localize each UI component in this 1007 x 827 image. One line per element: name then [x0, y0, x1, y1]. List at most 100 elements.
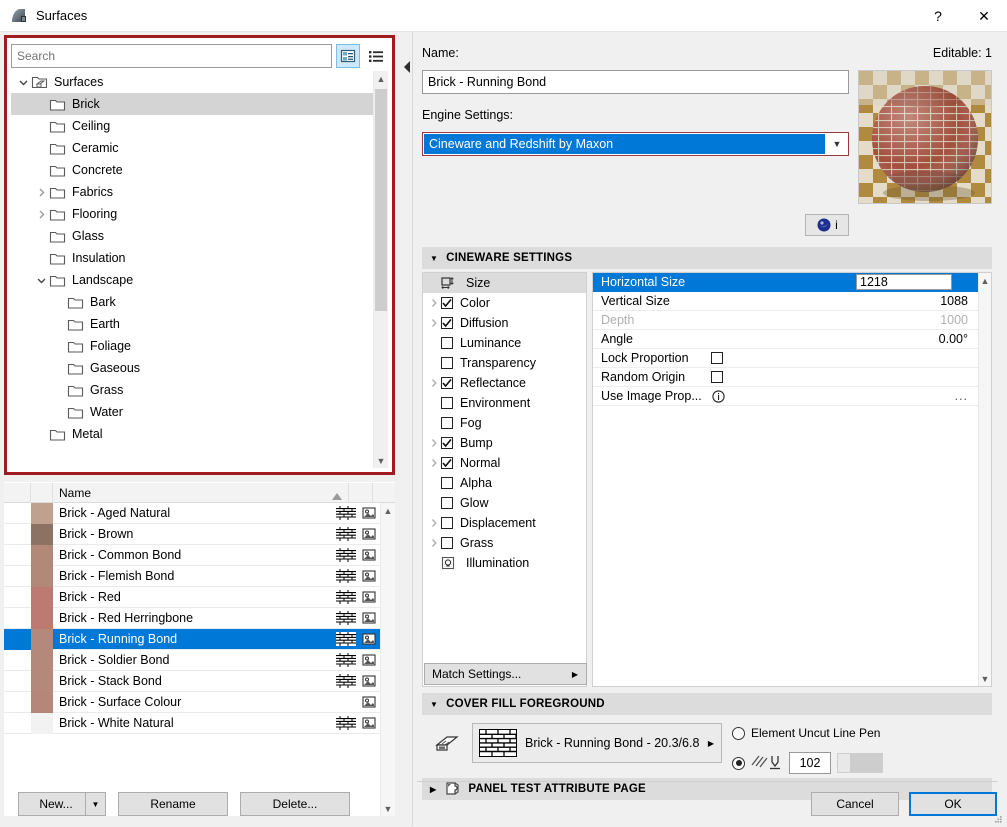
material-row[interactable]: Brick - Running Bond [4, 628, 380, 650]
material-row[interactable]: Brick - Brown [4, 523, 380, 545]
chevron-down-icon[interactable] [15, 74, 31, 90]
chevron-down-icon[interactable]: ▼ [826, 139, 848, 149]
radio-selected-icon[interactable] [732, 756, 745, 770]
chevron-down-icon[interactable]: ▼ [85, 792, 105, 816]
material-row[interactable]: Brick - Aged Natural [4, 503, 380, 524]
material-row[interactable]: Brick - Common Bond [4, 544, 380, 566]
tree-item-concrete[interactable]: Concrete [11, 159, 373, 181]
engine-settings-combo[interactable]: Cineware and Redshift by Maxon ▼ [422, 132, 849, 156]
surface-name-input[interactable] [422, 70, 849, 94]
tree-item-glass[interactable]: Glass [11, 225, 373, 247]
material-row[interactable]: Brick - Flemish Bond [4, 565, 380, 587]
channel-item-glow[interactable]: Glow [423, 493, 586, 513]
rename-button[interactable]: Rename [118, 792, 228, 816]
tree-item-gaseous[interactable]: Gaseous [11, 357, 373, 379]
chevron-right-icon[interactable] [427, 458, 441, 468]
material-row[interactable]: Brick - Soldier Bond [4, 649, 380, 671]
property-row[interactable]: Vertical Size 1088 [593, 292, 978, 311]
material-row[interactable]: Brick - Stack Bond [4, 670, 380, 692]
splitter-collapse-icon[interactable] [403, 60, 411, 74]
property-row[interactable]: Depth 1000 [593, 311, 978, 330]
tree-item-metal[interactable]: Metal [11, 423, 373, 445]
channel-item-fog[interactable]: Fog [423, 413, 586, 433]
chevron-right-icon[interactable] [427, 538, 441, 548]
tree-item-earth[interactable]: Earth [11, 313, 373, 335]
prop-scroll-up-icon[interactable]: ▲ [979, 273, 991, 288]
close-button[interactable]: ✕ [961, 0, 1007, 32]
checkbox-checked-icon[interactable] [441, 457, 453, 469]
checkbox-unchecked-icon[interactable] [441, 537, 453, 549]
tree-item-brick[interactable]: Brick [11, 93, 373, 115]
resize-grip[interactable] [993, 813, 1003, 823]
material-row[interactable]: Brick - White Natural [4, 712, 380, 734]
pen-color-swatch[interactable] [837, 753, 883, 773]
chevron-right-icon[interactable] [427, 438, 441, 448]
header-name-col[interactable]: Name [53, 482, 349, 503]
property-row[interactable]: Random Origin [593, 368, 978, 387]
checkbox-unchecked-icon[interactable] [441, 357, 453, 369]
info-icon[interactable] [711, 389, 725, 403]
chevron-down-icon[interactable] [33, 272, 49, 288]
checkbox-unchecked-icon[interactable] [441, 497, 453, 509]
property-row[interactable]: Use Image Prop...... [593, 387, 978, 406]
chevron-right-icon[interactable] [427, 378, 441, 388]
channel-item-luminance[interactable]: Luminance [423, 333, 586, 353]
channel-list[interactable]: Size Color Diffusion Luminance Transparency R… [423, 273, 586, 658]
channel-list-panel[interactable]: Size Color Diffusion Luminance Transparency R… [422, 272, 587, 687]
tree-view-icon[interactable] [336, 44, 360, 68]
checkbox-checked-icon[interactable] [441, 377, 453, 389]
channel-item-normal[interactable]: Normal [423, 453, 586, 473]
channel-item-grass[interactable]: Grass [423, 533, 586, 553]
checkbox-unchecked-icon[interactable] [711, 352, 723, 364]
triangle-down-icon[interactable]: ▼ [430, 700, 438, 709]
search-input[interactable] [11, 44, 332, 68]
surface-tree[interactable]: Surfaces Brick Ceiling Ceramic Concrete Fabri… [11, 71, 388, 468]
tree-item-landscape[interactable]: Landscape [11, 269, 373, 291]
list-view-icon[interactable] [364, 44, 388, 68]
triangle-down-icon[interactable]: ▼ [430, 254, 438, 263]
cineware-settings-header[interactable]: ▼ CINEWARE SETTINGS [422, 247, 992, 269]
triangle-right-icon[interactable]: ▶ [430, 785, 436, 794]
channel-item-bump[interactable]: Bump [423, 433, 586, 453]
pen-number-input[interactable]: 102 [789, 752, 831, 774]
chevron-right-icon[interactable] [427, 318, 441, 328]
tree-item-insulation[interactable]: Insulation [11, 247, 373, 269]
checkbox-unchecked-icon[interactable] [711, 371, 723, 383]
prop-scroll-down-icon[interactable]: ▼ [979, 671, 991, 686]
chevron-right-icon[interactable] [427, 298, 441, 308]
channel-item-displacement[interactable]: Displacement [423, 513, 586, 533]
tree-scrollbar[interactable]: ▲ ▼ [373, 71, 388, 468]
tree-item-surfaces[interactable]: Surfaces [11, 71, 373, 93]
element-uncut-pen-option[interactable]: Element Uncut Line Pen [732, 726, 880, 740]
tree-item-foliage[interactable]: Foliage [11, 335, 373, 357]
triangle-right-icon[interactable]: ▶ [572, 670, 578, 679]
property-panel[interactable]: Horizontal Size 1218 Vertical Size 1088 Dept… [592, 272, 992, 687]
scroll-up-icon[interactable]: ▲ [374, 71, 388, 86]
property-row[interactable]: Angle 0.00° [593, 330, 978, 349]
channel-item-size[interactable]: Size [423, 273, 586, 293]
checkbox-checked-icon[interactable] [441, 297, 453, 309]
scroll-down-icon[interactable]: ▼ [374, 453, 388, 468]
mat-scroll-down-icon[interactable]: ▼ [381, 801, 395, 816]
cover-fill-combo[interactable]: Brick - Running Bond - 20.3/6.8 ▶ [472, 723, 722, 763]
material-list[interactable]: Name Brick - Aged Natural Brick - Brown Br… [4, 482, 395, 816]
triangle-right-icon[interactable]: ▶ [701, 739, 721, 748]
checkbox-unchecked-icon[interactable] [441, 397, 453, 409]
property-list[interactable]: Horizontal Size 1218 Vertical Size 1088 Dept… [593, 273, 978, 686]
material-row[interactable]: Brick - Red [4, 586, 380, 608]
property-row[interactable]: Lock Proportion [593, 349, 978, 368]
cover-fill-header[interactable]: ▼ COVER FILL FOREGROUND [422, 693, 992, 715]
checkbox-unchecked-icon[interactable] [441, 337, 453, 349]
ok-button[interactable]: OK [909, 792, 997, 816]
tree-item-bark[interactable]: Bark [11, 291, 373, 313]
surface-tree-list[interactable]: Surfaces Brick Ceiling Ceramic Concrete Fabri… [11, 71, 373, 460]
channel-item-transparency[interactable]: Transparency [423, 353, 586, 373]
tree-item-ceramic[interactable]: Ceramic [11, 137, 373, 159]
tree-scroll-thumb[interactable] [375, 89, 387, 311]
mat-scroll-up-icon[interactable]: ▲ [381, 503, 395, 518]
tree-item-ceiling[interactable]: Ceiling [11, 115, 373, 137]
checkbox-checked-icon[interactable] [441, 317, 453, 329]
checkbox-checked-icon[interactable] [441, 437, 453, 449]
tree-item-flooring[interactable]: Flooring [11, 203, 373, 225]
material-row[interactable]: Brick - Surface Colour [4, 691, 380, 713]
